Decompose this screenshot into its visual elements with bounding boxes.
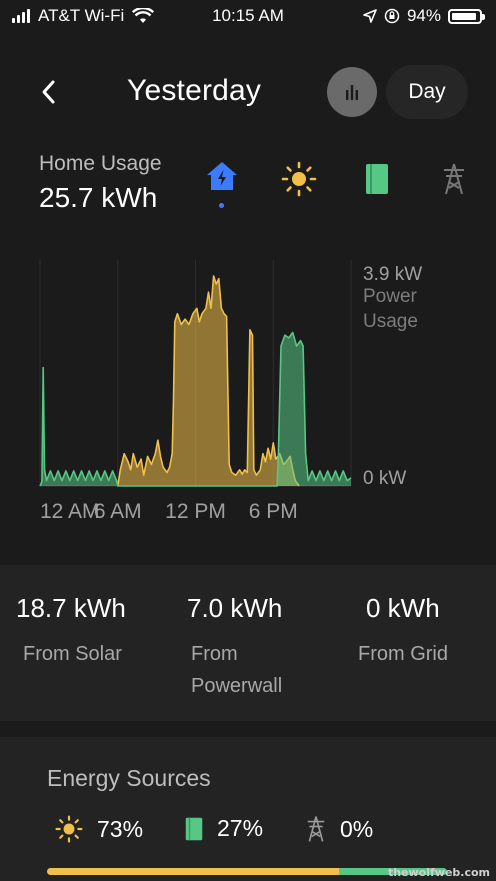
page-title: Yesterday <box>127 74 262 107</box>
y-axis-max-label: 3.9 kW <box>363 264 423 285</box>
stat-label-line1: From <box>191 643 238 665</box>
energy-sources-panel: Energy Sources 73% 27% 0% <box>0 737 496 881</box>
y-axis-min-label: 0 kW <box>363 468 407 489</box>
stat-label-line2: Powerwall <box>191 675 283 697</box>
sun-icon[interactable] <box>281 161 317 197</box>
battery-icon <box>448 8 485 24</box>
range-day-button[interactable]: Day <box>386 65 468 119</box>
battery-percent: 94% <box>406 6 441 25</box>
stat-value: 0 kWh <box>366 593 440 623</box>
sun-icon <box>55 815 83 843</box>
power-usage-chart: 3.9 kW Power Usage 0 kW 12 AM 6 AM 12 PM 6 … <box>0 250 496 530</box>
ratio-bar-segment <box>47 868 339 875</box>
watermark: thewolfweb.com <box>387 866 490 879</box>
orientation-lock-icon <box>384 8 400 24</box>
stat-value: 18.7 kWh <box>16 593 126 623</box>
y-axis-title-line1: Power <box>363 286 417 307</box>
home-usage: Home Usage 25.7 kWh <box>39 152 162 214</box>
home-usage-label: Home Usage <box>39 152 162 175</box>
stat-from-grid: 0 kWh From Grid <box>358 593 448 670</box>
x-axis-tick-label: 6 PM <box>248 500 298 523</box>
source-powerwall: 27% <box>185 815 263 842</box>
chart-view-button[interactable] <box>327 67 377 117</box>
energy-summary: 18.7 kWh From Solar 7.0 kWh From Powerwa… <box>0 565 496 721</box>
home-usage-value: 25.7 kWh <box>39 182 158 213</box>
source-percent: 27% <box>217 815 264 841</box>
grid-tower-icon[interactable] <box>442 162 466 196</box>
stat-label: From Solar <box>23 643 122 665</box>
source-percent: 0% <box>340 815 374 842</box>
active-source-indicator <box>219 203 224 208</box>
bar-chart-icon <box>346 85 358 100</box>
powerwall-icon <box>185 817 203 840</box>
stat-from-solar: 18.7 kWh From Solar <box>16 593 126 670</box>
grid-tower-icon <box>307 816 325 842</box>
x-axis-tick-label: 6 AM <box>93 500 142 523</box>
house-icon[interactable] <box>205 160 239 192</box>
x-axis-tick-label: 12 AM <box>40 500 100 523</box>
header: Yesterday Day <box>0 62 496 122</box>
back-chevron-icon[interactable] <box>38 76 62 108</box>
stat-label: From Grid <box>358 643 448 665</box>
stat-from-powerwall: 7.0 kWh From Powerwall <box>187 593 282 702</box>
chart-plot <box>39 260 352 487</box>
powerwall-icon[interactable] <box>365 163 389 195</box>
stat-value: 7.0 kWh <box>187 593 283 623</box>
status-bar: AT&T Wi-Fi 10:15 AM 94% <box>0 0 496 34</box>
location-arrow-icon <box>363 9 377 23</box>
source-grid: 0% <box>306 815 373 843</box>
source-solar: 73% <box>55 815 143 843</box>
source-percent: 73% <box>97 815 144 842</box>
x-axis-tick-label: 12 PM <box>165 500 226 523</box>
energy-sources-title: Energy Sources <box>47 765 211 791</box>
y-axis-title-line2: Usage <box>363 311 418 332</box>
